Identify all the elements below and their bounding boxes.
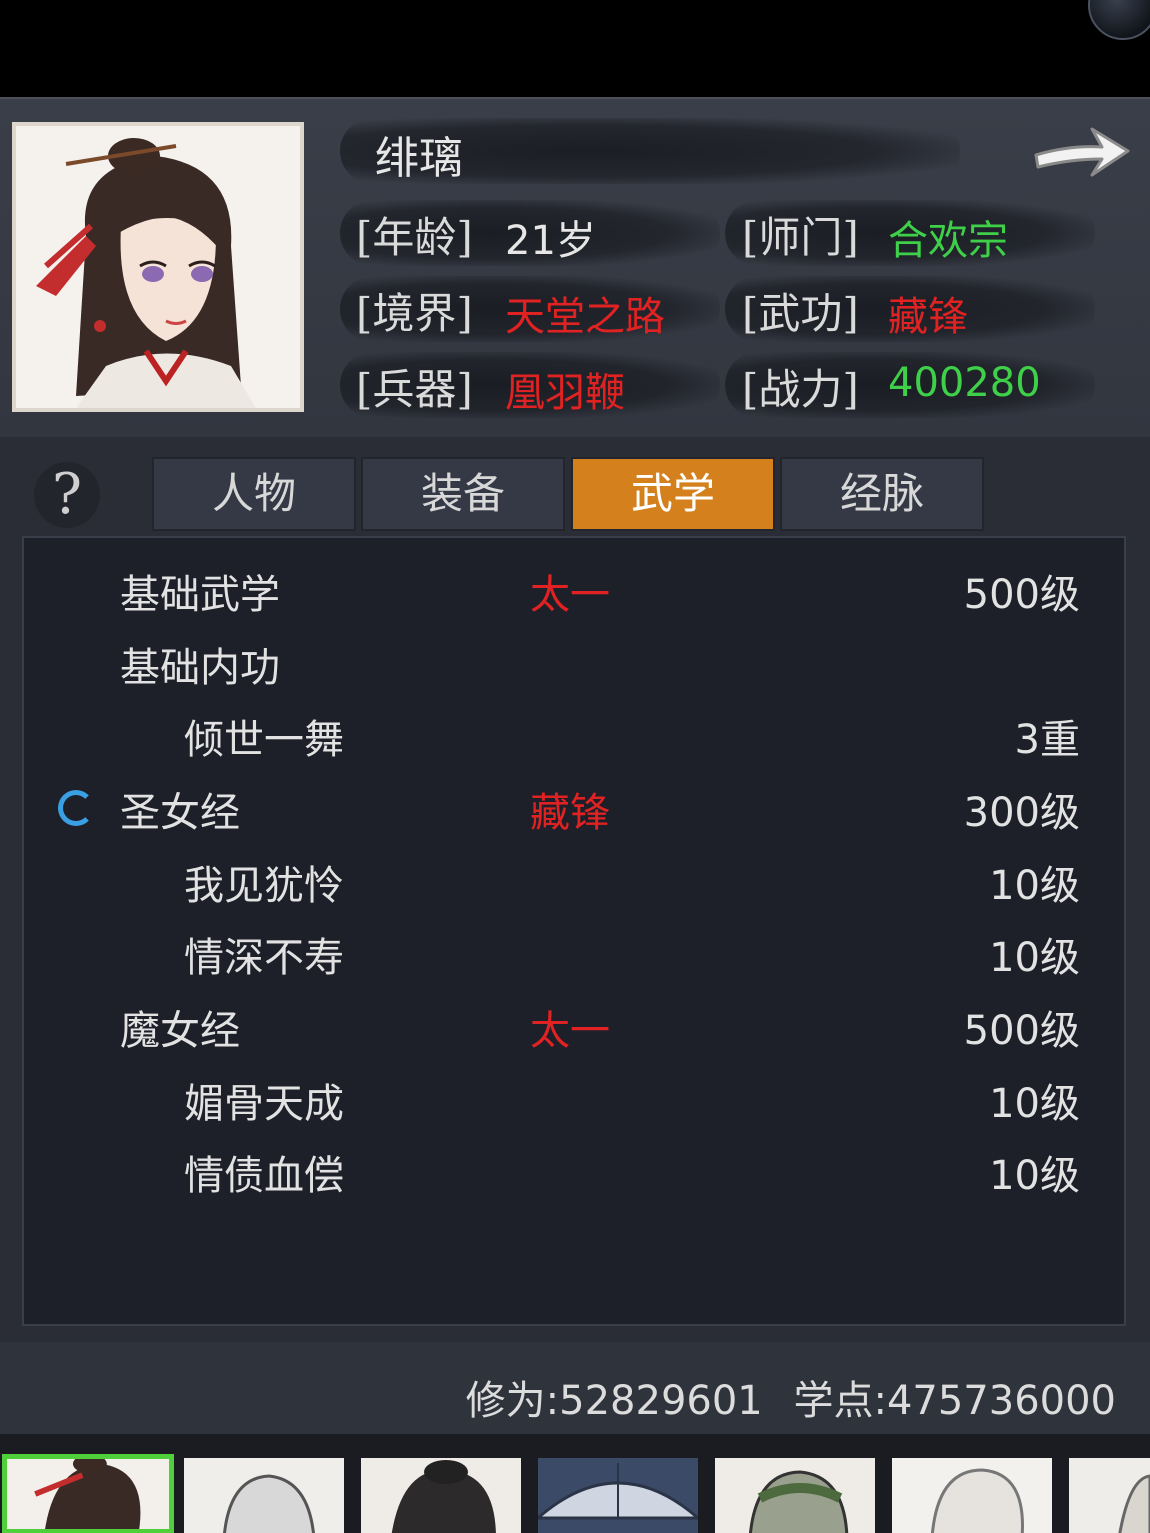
loading-spinner-icon — [58, 790, 94, 826]
skill-name: 倾世一舞 — [184, 717, 344, 763]
roster-avatar[interactable] — [184, 1458, 344, 1533]
skill-name: 基础武学 — [120, 572, 280, 618]
realm-label: [境界] — [356, 289, 473, 338]
skill-level: 10级 — [989, 935, 1080, 981]
list-item[interactable]: 情深不寿 10级 — [24, 915, 1124, 985]
martial-label: [武功] — [742, 289, 859, 338]
skill-level: 10级 — [989, 1081, 1080, 1127]
list-item[interactable]: 魔女经 太一 500级 — [24, 988, 1124, 1058]
sect-label: [师门] — [742, 213, 859, 262]
list-item[interactable]: 媚骨天成 10级 — [24, 1061, 1124, 1131]
character-portrait — [12, 122, 304, 412]
power-value: 400280 — [888, 360, 1041, 406]
stats-readout: 修为:52829601 学点:475736000 — [448, 1368, 1116, 1426]
age-value: 21岁 — [505, 218, 596, 264]
tab-character[interactable]: 人物 — [152, 457, 356, 531]
skill-name: 媚骨天成 — [184, 1081, 344, 1127]
age-label: [年龄] — [356, 213, 473, 262]
list-item[interactable]: 我见犹怜 10级 — [24, 843, 1124, 913]
skill-level: 300级 — [963, 790, 1080, 836]
skill-name: 魔女经 — [120, 1008, 240, 1054]
tab-martial-arts[interactable]: 武学 — [571, 457, 775, 531]
tab-meridians[interactable]: 经脉 — [780, 457, 984, 531]
martial-value: 藏锋 — [888, 294, 968, 340]
skill-level: 500级 — [963, 572, 1080, 618]
cultivation-value: 修为:52829601 — [465, 1378, 763, 1424]
skill-level: 10级 — [989, 1153, 1080, 1199]
skill-level: 3重 — [1014, 717, 1080, 763]
weapon-label: [兵器] — [356, 365, 473, 414]
roster-avatar[interactable] — [715, 1458, 875, 1533]
next-arrow-icon[interactable] — [1030, 115, 1134, 187]
list-item[interactable]: 基础内功 — [24, 625, 1124, 695]
skill-level: 10级 — [989, 863, 1080, 909]
skill-name: 情深不寿 — [184, 935, 344, 981]
study-points-value: 学点:475736000 — [793, 1378, 1116, 1424]
skill-tag: 藏锋 — [530, 790, 610, 836]
power-label: [战力] — [742, 365, 859, 414]
skill-tag: 太一 — [530, 1008, 610, 1054]
list-item[interactable]: 圣女经 藏锋 300级 — [24, 770, 1124, 840]
list-item[interactable]: 基础武学 太一 500级 — [24, 552, 1124, 622]
roster-avatar[interactable] — [361, 1458, 521, 1533]
skills-list: 基础武学 太一 500级 基础内功 倾世一舞 3重 圣女经 藏锋 300级 我见… — [22, 536, 1126, 1326]
roster-avatar[interactable] — [538, 1458, 698, 1533]
roster-avatar-selected[interactable] — [2, 1454, 174, 1533]
skill-name: 情债血偿 — [184, 1153, 344, 1199]
tab-equipment[interactable]: 装备 — [361, 457, 565, 531]
skill-name: 圣女经 — [120, 790, 240, 836]
skill-name: 我见犹怜 — [184, 863, 344, 909]
character-name: 绯璃 — [375, 133, 463, 184]
menu-orb-icon[interactable] — [1088, 0, 1150, 40]
skill-name: 基础内功 — [120, 645, 280, 691]
help-icon[interactable]: ? — [34, 462, 100, 528]
skill-tag: 太一 — [530, 572, 610, 618]
skill-level: 500级 — [963, 1008, 1080, 1054]
sect-value: 合欢宗 — [888, 218, 1008, 264]
list-item[interactable]: 倾世一舞 3重 — [24, 697, 1124, 767]
top-bar — [0, 0, 1150, 97]
list-item[interactable]: 情债血偿 10级 — [24, 1133, 1124, 1203]
roster-avatar[interactable] — [892, 1458, 1052, 1533]
weapon-value: 凰羽鞭 — [505, 370, 625, 416]
roster-avatar[interactable] — [1069, 1458, 1150, 1533]
realm-value: 天堂之路 — [505, 294, 665, 340]
